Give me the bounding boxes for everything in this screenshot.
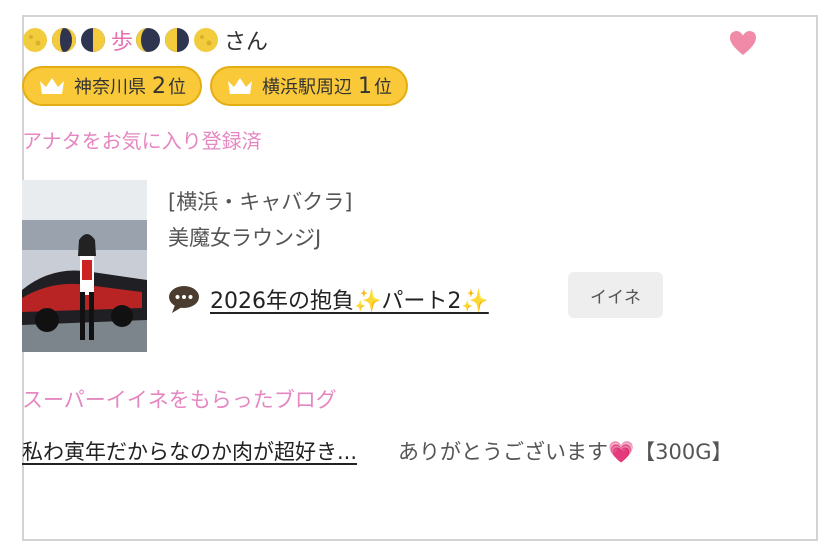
gibbous-moon-icon: [52, 28, 76, 52]
rank-suffix: 位: [374, 77, 392, 98]
crescent-moon-icon: [136, 28, 161, 52]
name-suffix: さん: [224, 30, 269, 55]
half-moon-icon: [81, 28, 105, 52]
blog-post-row[interactable]: 2026年の抱負✨パート2✨: [168, 283, 489, 315]
rank-badge-station[interactable]: 横浜駅周辺 1 位: [210, 66, 408, 106]
ranking-badges: 神奈川県 2 位 横浜駅周辺 1 位: [22, 66, 416, 106]
full-moon-icon: [194, 28, 219, 52]
thumbnail-photo: [22, 180, 147, 352]
user-name-char: 歩: [111, 30, 134, 55]
crown-icon: [228, 78, 252, 94]
like-button[interactable]: イイネ: [568, 272, 663, 318]
full-moon-icon: [23, 28, 47, 52]
crown-icon: [40, 78, 64, 94]
shop-name[interactable]: 美魔女ラウンジJ: [168, 222, 321, 252]
post-thumbnail[interactable]: [22, 180, 147, 352]
rank-number: 1: [358, 73, 372, 99]
user-name-row[interactable]: 歩 さん: [22, 22, 268, 58]
thank-you-message: ありがとうございます💗【300G】: [398, 440, 733, 464]
shop-category: [横浜・キャバクラ]: [168, 190, 353, 214]
speech-bubble-icon: [169, 286, 199, 313]
favorite-status: アナタをお気に入り登録済: [22, 129, 262, 153]
rank-badge-prefecture[interactable]: 神奈川県 2 位: [22, 66, 202, 106]
super-like-heading: スーパーイイネをもらったブログ: [22, 388, 337, 412]
favorite-heart-icon[interactable]: [728, 28, 758, 58]
super-like-blog-link[interactable]: 私わ寅年だからなのか肉が超好き...: [22, 436, 377, 468]
half-moon-icon: [165, 28, 190, 52]
rank-suffix: 位: [168, 77, 186, 98]
rank-area: 神奈川県: [74, 77, 146, 98]
rank-number: 2: [152, 73, 166, 99]
rank-area: 横浜駅周辺: [262, 77, 352, 98]
blog-title-link[interactable]: 2026年の抱負✨パート2✨: [210, 283, 489, 315]
